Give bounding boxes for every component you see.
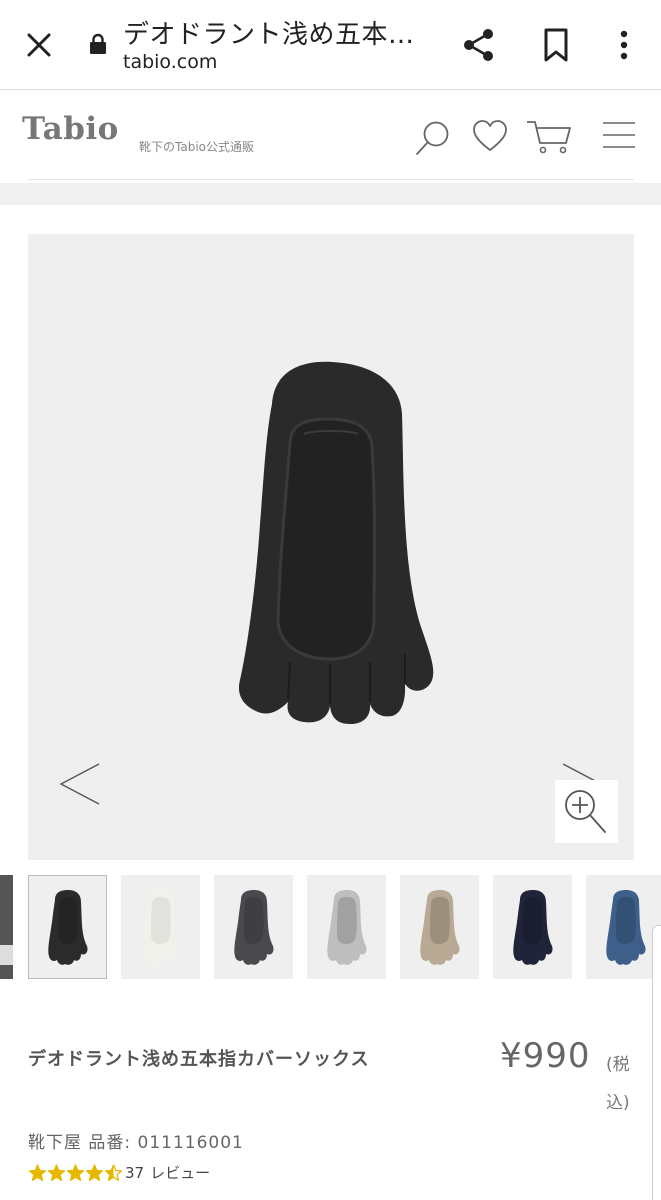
thumbnail-7[interactable] <box>586 875 661 979</box>
scroll-handle[interactable] <box>652 925 661 1200</box>
product-main-image[interactable] <box>28 234 634 860</box>
bookmark-icon[interactable] <box>540 26 572 64</box>
thumbnail-5[interactable] <box>400 875 479 979</box>
star-icon <box>104 1163 123 1181</box>
rating-row[interactable]: 37 レビュー <box>28 1162 210 1183</box>
thumbnail-1[interactable] <box>28 875 107 979</box>
sock-thumbnail-image <box>419 890 460 965</box>
star-icon <box>47 1163 66 1181</box>
star-icon <box>28 1163 47 1181</box>
prev-arrow-icon[interactable] <box>59 762 103 806</box>
search-icon[interactable] <box>414 119 452 157</box>
review-label: レビュー <box>150 1164 211 1182</box>
more-vert-icon[interactable] <box>612 26 636 64</box>
review-count: 37 <box>125 1163 145 1182</box>
menu-icon[interactable] <box>602 119 636 151</box>
sock-thumbnail-image <box>605 890 646 965</box>
tabio-logo[interactable]: Tabio <box>22 111 119 147</box>
thumbnail-4[interactable] <box>307 875 386 979</box>
sock-image <box>238 361 434 724</box>
shop-item-number: 靴下屋 品番: 011116001 <box>28 1133 244 1153</box>
share-icon[interactable] <box>460 26 498 64</box>
browser-toolbar: デオドラント浅め五本… tabio.com <box>0 0 661 90</box>
thumbnail-3[interactable] <box>214 875 293 979</box>
lock-icon <box>90 33 106 54</box>
heart-icon[interactable] <box>472 119 508 153</box>
product-name: デオドラント浅め五本指カバーソックス <box>28 1049 370 1070</box>
sock-thumbnail-image <box>140 890 181 965</box>
site-tagline: 靴下のTabio公式通販 <box>139 140 254 154</box>
site-header: Tabio 靴下のTabio公式通販 <box>0 91 661 183</box>
sock-thumbnail-image <box>47 890 88 965</box>
tax-label: (税込) <box>606 1055 630 1113</box>
url-text[interactable]: tabio.com <box>123 51 217 73</box>
breadcrumb-band <box>0 183 661 205</box>
thumbnail-strip[interactable] <box>0 875 661 980</box>
star-icon <box>66 1163 85 1181</box>
cart-icon[interactable] <box>526 119 572 155</box>
page-title: デオドラント浅め五本… <box>123 20 415 50</box>
thumbnail-6[interactable] <box>493 875 572 979</box>
star-icon <box>85 1163 104 1181</box>
thumbnail-partial[interactable] <box>0 875 13 979</box>
sock-thumbnail-image <box>326 890 367 965</box>
sock-thumbnail-image <box>512 890 553 965</box>
thumbnail-2[interactable] <box>121 875 200 979</box>
zoom-button[interactable] <box>555 780 618 843</box>
rating-stars <box>28 1163 123 1182</box>
sock-thumbnail-image <box>233 890 274 965</box>
close-icon[interactable] <box>22 28 56 62</box>
header-divider <box>28 179 634 180</box>
product-price: ¥990 <box>500 1036 591 1076</box>
zoom-in-icon <box>565 790 606 833</box>
